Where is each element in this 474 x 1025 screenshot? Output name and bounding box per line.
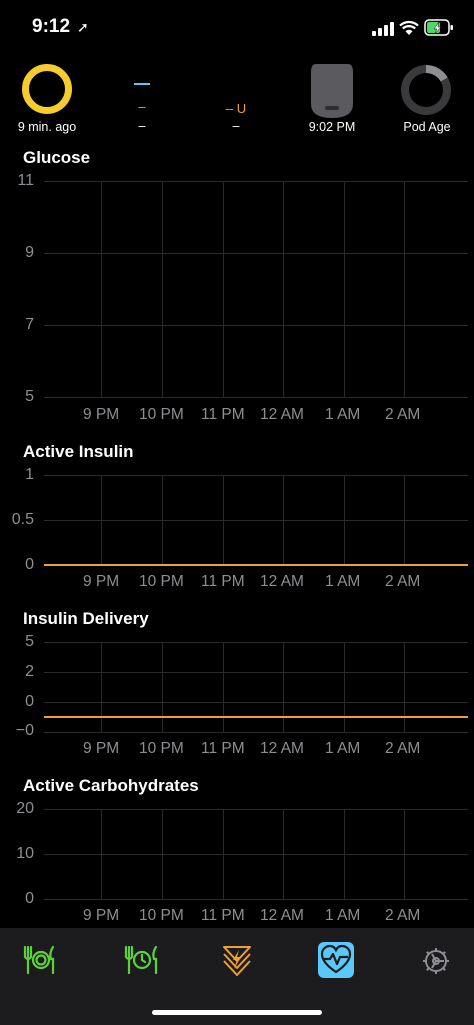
gridline	[223, 475, 224, 565]
x-tick-label: 2 AM	[385, 907, 421, 924]
gridline	[44, 732, 468, 733]
temp-basal-bar	[134, 83, 150, 85]
gridline	[344, 809, 345, 899]
y-tick-label: 0	[25, 890, 34, 907]
gridline	[162, 475, 163, 565]
pod-age-ring-icon[interactable]	[400, 64, 452, 116]
y-tick-label: 0	[25, 556, 34, 573]
gridline	[223, 642, 224, 732]
gridline	[162, 642, 163, 732]
x-tick-label: 10 PM	[139, 907, 184, 924]
x-tick-label: 9 PM	[83, 573, 120, 590]
gridline	[101, 809, 102, 899]
y-tick-label: 1	[25, 466, 34, 483]
gridline	[404, 475, 405, 565]
x-tick-label: 9 PM	[83, 406, 120, 423]
home-indicator	[152, 1010, 322, 1015]
x-tick-label: 12 AM	[260, 907, 304, 924]
x-tick-label: 9 PM	[83, 740, 120, 757]
gridline	[162, 809, 163, 899]
gridline	[344, 475, 345, 565]
gridline	[404, 642, 405, 732]
y-tick-label: 7	[25, 316, 34, 333]
x-tick-label: 11 PM	[201, 406, 245, 423]
gridline	[44, 899, 468, 900]
x-tick-label: 2 AM	[385, 573, 421, 590]
insulin-on-board-value: – U	[225, 101, 247, 116]
x-tick-label: 1 AM	[325, 406, 361, 423]
y-tick-label: 5	[25, 633, 34, 650]
signal-icon	[372, 22, 394, 36]
y-tick-label: 0	[25, 693, 34, 710]
x-tick-label: 2 AM	[385, 406, 421, 423]
active-carbs-title: Active Carbohydrates	[23, 776, 199, 795]
wifi-icon	[399, 20, 419, 35]
location-icon: ➚	[77, 19, 89, 35]
x-tick-label: 10 PM	[139, 406, 184, 423]
gridline	[223, 809, 224, 899]
x-tick-label: 11 PM	[201, 573, 245, 590]
y-tick-label: −0	[15, 722, 34, 739]
x-tick-label: 12 AM	[260, 740, 304, 757]
insulin-sub: –	[232, 119, 240, 133]
gridline	[344, 642, 345, 732]
gridline	[344, 181, 345, 397]
x-tick-label: 1 AM	[325, 573, 361, 590]
y-tick-label: 9	[25, 244, 34, 261]
gridline	[223, 181, 224, 397]
gridline	[404, 809, 405, 899]
gridline	[44, 397, 468, 398]
health-icon[interactable]	[318, 942, 354, 978]
x-tick-label: 9 PM	[83, 907, 120, 924]
x-tick-label: 12 AM	[260, 573, 304, 590]
gridline	[283, 475, 284, 565]
gridline	[162, 181, 163, 397]
gridline	[404, 181, 405, 397]
basal-rate-value: –	[138, 99, 146, 114]
y-tick-label: 5	[25, 388, 34, 405]
override-icon[interactable]	[222, 945, 252, 977]
x-tick-label: 11 PM	[201, 907, 245, 924]
pod-time-label: 9:02 PM	[308, 120, 356, 134]
gridline	[283, 809, 284, 899]
glucose-age-label: 9 min. ago	[17, 120, 77, 134]
x-tick-label: 10 PM	[139, 740, 184, 757]
gridline	[283, 642, 284, 732]
gridline	[283, 181, 284, 397]
x-tick-label: 1 AM	[325, 907, 361, 924]
x-tick-label: 2 AM	[385, 740, 421, 757]
basal-delivery-line	[44, 716, 468, 718]
status-time: 9:12	[32, 16, 71, 37]
glucose-status-ring[interactable]	[22, 64, 72, 114]
insulin-on-board-line	[44, 564, 468, 566]
settings-icon[interactable]	[421, 946, 451, 976]
y-tick-label: 11	[17, 172, 34, 189]
x-tick-label: 1 AM	[325, 740, 361, 757]
bolus-icon[interactable]	[123, 945, 159, 975]
carb-entry-icon[interactable]	[22, 945, 56, 975]
x-tick-label: 12 AM	[260, 406, 304, 423]
pod-age-label: Pod Age	[403, 120, 451, 134]
basal-rate-sub: –	[138, 119, 146, 133]
y-tick-label: 20	[16, 800, 34, 817]
battery-icon	[424, 19, 453, 36]
x-tick-label: 10 PM	[139, 573, 184, 590]
gridline	[101, 181, 102, 397]
y-tick-label: 0.5	[11, 511, 34, 528]
active-insulin-title: Active Insulin	[23, 442, 134, 461]
x-tick-label: 11 PM	[201, 740, 245, 757]
insulin-delivery-title: Insulin Delivery	[23, 609, 149, 628]
y-tick-label: 2	[25, 663, 34, 680]
gridline	[101, 475, 102, 565]
glucose-title: Glucose	[23, 148, 91, 167]
gridline	[101, 642, 102, 732]
y-tick-label: 10	[16, 845, 34, 862]
pod-icon[interactable]	[311, 64, 353, 118]
